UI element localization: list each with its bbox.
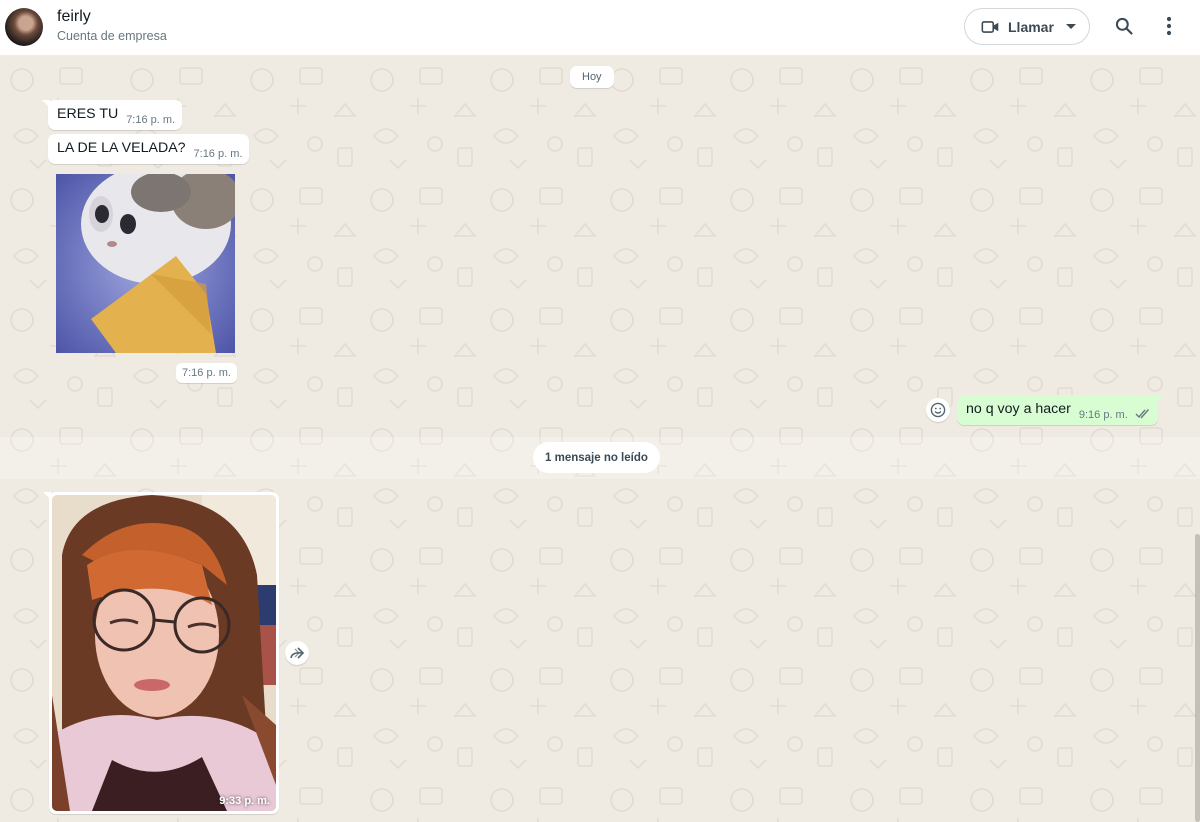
call-button[interactable]: Llamar xyxy=(964,8,1090,45)
message-outgoing[interactable]: no q voy a hacer 9:16 p. m. xyxy=(957,395,1164,425)
photo-image[interactable]: 9:33 p. m. xyxy=(52,495,276,811)
forward-button[interactable] xyxy=(285,641,309,665)
contact-name[interactable]: feirly xyxy=(57,8,91,26)
message-text: LA DE LA VELADA? xyxy=(57,140,186,156)
chat-scrollbar[interactable] xyxy=(1195,534,1200,822)
message-time: 7:16 p. m. xyxy=(126,114,176,126)
message-incoming[interactable]: ERES TU 7:16 p. m. xyxy=(41,100,183,130)
cat-sticker-image xyxy=(56,174,235,353)
search-icon xyxy=(1115,17,1133,35)
contact-avatar[interactable] xyxy=(5,8,43,46)
sticker-time: 7:16 p. m. xyxy=(176,363,237,383)
date-divider: Hoy xyxy=(570,66,614,88)
message-text: ERES TU xyxy=(57,106,119,122)
chevron-down-icon xyxy=(1065,24,1076,29)
double-check-icon xyxy=(1135,409,1149,419)
message-text: no q voy a hacer xyxy=(966,401,1071,417)
forward-icon xyxy=(290,647,305,659)
chat-header: feirly Cuenta de empresa Llamar xyxy=(0,0,1200,56)
more-vert-icon xyxy=(1166,16,1172,36)
smiley-icon xyxy=(930,402,946,418)
video-camera-icon xyxy=(981,20,999,33)
contact-subtitle: Cuenta de empresa xyxy=(57,29,167,43)
photo-message[interactable]: 9:33 p. m. xyxy=(43,492,279,814)
message-time: 9:16 p. m. xyxy=(1078,409,1128,421)
chat-panel[interactable]: Hoy ERES TU 7:16 p. m. LA DE LA VELADA? … xyxy=(0,56,1200,822)
call-label: Llamar xyxy=(1008,18,1054,35)
search-button[interactable] xyxy=(1110,12,1138,40)
photo-time: 9:33 p. m. xyxy=(219,795,270,807)
unread-messages-label: 1 mensaje no leído xyxy=(533,442,660,473)
more-options-button[interactable] xyxy=(1155,12,1183,40)
selfie-photo xyxy=(52,495,276,811)
emoji-reaction-button[interactable] xyxy=(926,398,950,422)
message-incoming[interactable]: LA DE LA VELADA? 7:16 p. m. xyxy=(48,134,250,164)
sticker-message[interactable] xyxy=(56,174,235,353)
message-time: 7:16 p. m. xyxy=(193,148,243,160)
